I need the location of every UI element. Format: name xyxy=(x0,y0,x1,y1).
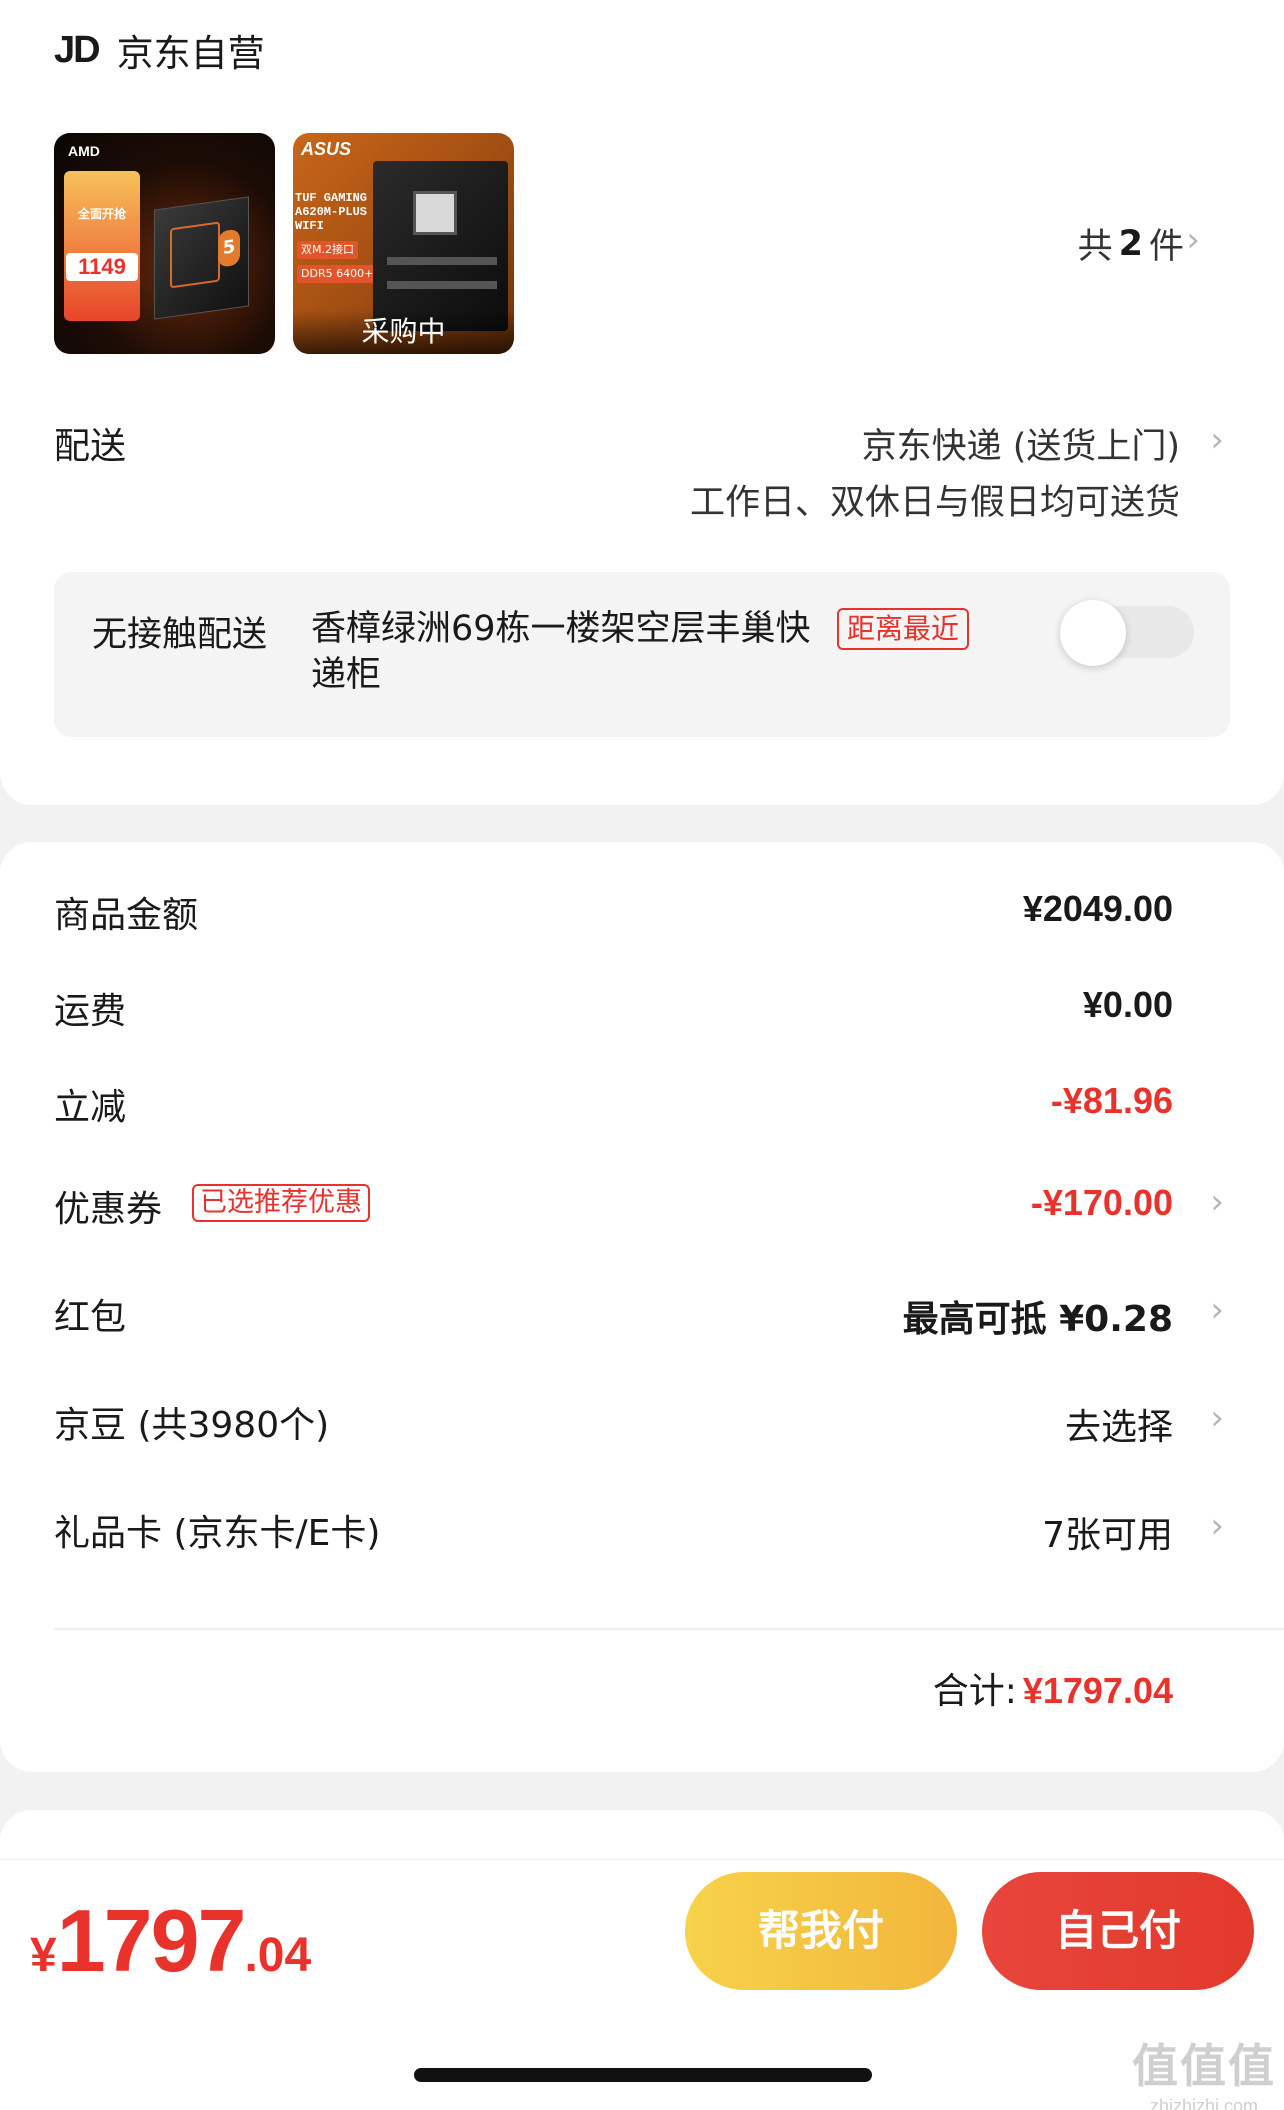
purchasing-overlay: 采购中 xyxy=(293,310,514,354)
feature-chip: 双M.2接口 xyxy=(297,241,358,259)
help-pay-button[interactable]: 帮我付 xyxy=(685,1872,957,1990)
shipping-value: ¥0.00 xyxy=(1082,984,1173,1025)
shop-header: JD 京东自营 xyxy=(54,22,265,78)
shop-name: 京东自营 xyxy=(116,32,265,75)
product-thumbnail-motherboard[interactable]: ASUS TUF GAMING A620M-PLUS WIFI 双M.2接口 D… xyxy=(293,133,514,354)
nearest-badge: 距离最近 xyxy=(837,608,970,650)
jd-logo: JD xyxy=(54,28,101,71)
coupon-badge: 已选推荐优惠 xyxy=(192,1184,370,1222)
item-count[interactable]: 共 2 件 xyxy=(1078,218,1184,269)
pay-amount: ¥ 1797 .04 xyxy=(30,1891,312,1990)
model-text: TUF GAMING A620M-PLUS WIFI xyxy=(295,191,368,233)
jd-beans-label: 京豆 (共3980个) xyxy=(54,1405,330,1446)
motherboard-image xyxy=(373,161,508,331)
chevron-right-icon[interactable]: › xyxy=(1210,1506,1224,1546)
feature-chip: DDR5 6400+ xyxy=(297,265,378,283)
chevron-right-icon[interactable]: › xyxy=(1210,420,1224,460)
promo-title: 全面开抢 xyxy=(77,207,126,221)
red-packet-value[interactable]: 最高可抵 ¥0.28 xyxy=(903,1290,1173,1342)
product-thumbnail-cpu[interactable]: AMD 全面开抢 1149 5 xyxy=(54,133,275,354)
gift-card-label: 礼品卡 (京东卡/E卡) xyxy=(54,1513,381,1554)
coupon-value[interactable]: -¥170.00 xyxy=(1031,1182,1173,1224)
home-indicator xyxy=(414,2068,872,2082)
total-row: 合计: ¥1797.04 xyxy=(933,1662,1173,1714)
instant-discount-value: -¥81.96 xyxy=(1050,1080,1173,1121)
divider xyxy=(54,1628,1284,1630)
promo-price: 1149 xyxy=(66,253,138,281)
chevron-right-icon[interactable]: › xyxy=(1210,1398,1224,1438)
order-card: JD 京东自营 AMD 全面开抢 1149 5 ASUS TUF GAMING … xyxy=(0,0,1284,805)
checkout-bar: ¥ 1797 .04 帮我付 自己付 值值值 zhizhizhi.com xyxy=(0,1860,1284,2110)
delivery-schedule: 工作日、双休日与假日均可送货 xyxy=(689,483,1180,523)
cpu-box-image: 5 xyxy=(154,196,249,320)
toggle-knob xyxy=(1060,600,1126,666)
chevron-right-icon[interactable]: › xyxy=(1210,1182,1224,1222)
chevron-right-icon[interactable]: › xyxy=(1186,220,1200,260)
watermark: 值值值 zhizhizhi.com xyxy=(1132,2039,1276,2110)
gift-card-value[interactable]: 7张可用 xyxy=(1042,1506,1173,1558)
instant-discount-label: 立减 xyxy=(54,1087,127,1128)
asus-logo: ASUS xyxy=(301,139,352,159)
contactless-label: 无接触配送 xyxy=(92,615,268,655)
chevron-right-icon[interactable]: › xyxy=(1210,1290,1224,1330)
amd-logo: AMD xyxy=(68,143,100,159)
pickup-address: 香樟绿洲69栋一楼架空层丰巢快递柜 xyxy=(311,609,811,695)
delivery-label: 配送 xyxy=(54,426,127,467)
total-value: ¥1797.04 xyxy=(1022,1670,1173,1711)
self-pay-button[interactable]: 自己付 xyxy=(982,1872,1254,1990)
jd-beans-value[interactable]: 去选择 xyxy=(1065,1398,1173,1450)
red-packet-label: 红包 xyxy=(54,1297,127,1338)
goods-amount-label: 商品金额 xyxy=(54,895,199,936)
price-summary-card: 商品金额 ¥2049.00 运费 ¥0.00 立减 -¥81.96 优惠券 已选… xyxy=(0,842,1284,1772)
coupon-label: 优惠券 xyxy=(54,1189,163,1230)
delivery-method[interactable]: 京东快递 (送货上门) xyxy=(862,418,1180,469)
contactless-delivery-panel: 无接触配送 香樟绿洲69栋一楼架空层丰巢快递柜 距离最近 xyxy=(54,572,1230,737)
contactless-toggle[interactable] xyxy=(1060,600,1194,666)
promo-tag xyxy=(64,171,140,321)
goods-amount-value: ¥2049.00 xyxy=(1022,888,1173,929)
shipping-label: 运费 xyxy=(54,991,127,1032)
total-label: 合计: xyxy=(932,1671,1017,1712)
